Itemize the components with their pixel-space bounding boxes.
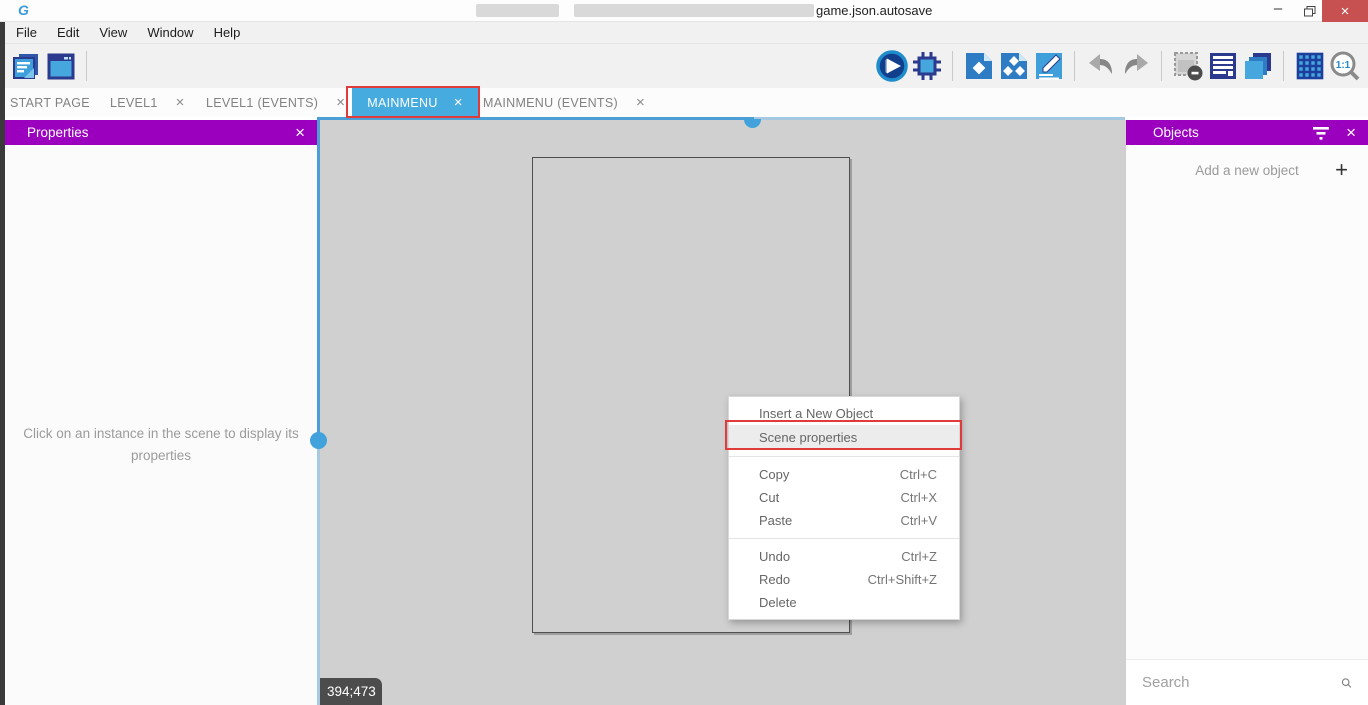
undo-icon[interactable] <box>1083 47 1118 85</box>
search-icon[interactable] <box>1341 673 1352 693</box>
menu-item-scene-properties[interactable]: Scene properties <box>729 425 959 450</box>
tab-close-icon[interactable]: × <box>636 95 645 110</box>
menu-item-label: Redo <box>759 572 790 587</box>
menu-shortcut: Ctrl+V <box>901 513 937 528</box>
menu-window[interactable]: Window <box>137 22 203 44</box>
divider-drag-handle[interactable] <box>310 432 327 449</box>
menu-shortcut: Ctrl+X <box>901 490 937 505</box>
tab-close-icon[interactable]: × <box>336 95 345 110</box>
tab-close-icon[interactable]: × <box>176 95 185 110</box>
objects-panel-header: Objects × <box>1126 120 1368 145</box>
add-object-row[interactable]: Add a new object + <box>1126 153 1368 187</box>
tab-label: MAINMENU (EVENTS) <box>483 96 618 110</box>
tab-label: LEVEL1 <box>110 96 158 110</box>
play-icon[interactable] <box>874 47 909 85</box>
menu-item-redo[interactable]: Redo Ctrl+Shift+Z <box>729 568 959 591</box>
debug-icon[interactable] <box>909 47 944 85</box>
plus-icon[interactable]: + <box>1335 159 1348 181</box>
context-menu: Insert a New Object Scene properties Cop… <box>728 396 960 620</box>
minimize-button[interactable]: – <box>1264 0 1292 22</box>
project-manager-icon[interactable] <box>8 47 43 85</box>
close-icon[interactable]: × <box>1346 124 1356 141</box>
start-page-icon[interactable] <box>43 47 78 85</box>
properties-edit-icon[interactable] <box>1031 47 1066 85</box>
background-window-edge <box>0 22 5 705</box>
layers-icon[interactable] <box>1240 47 1275 85</box>
restore-icon <box>1304 6 1316 17</box>
menu-shortcut: Ctrl+Z <box>901 549 937 564</box>
menu-shortcut: Ctrl+Shift+Z <box>868 572 937 587</box>
add-object-label: Add a new object <box>1126 163 1368 178</box>
redacted-title-segment <box>574 4 814 17</box>
menu-view[interactable]: View <box>89 22 137 44</box>
menu-edit[interactable]: Edit <box>47 22 89 44</box>
redacted-title-segment <box>476 4 559 17</box>
objects-editor-icon[interactable] <box>961 47 996 85</box>
tab-bar: START PAGE LEVEL1 × LEVEL1 (EVENTS) × MA… <box>0 88 1368 117</box>
objects-panel: Objects × Add a new object + <box>1125 120 1368 705</box>
toolbar: 1:1 <box>0 44 1368 88</box>
properties-panel-title: Properties <box>27 125 89 140</box>
menu-bar: File Edit View Window Help <box>0 22 1368 44</box>
tab-label: LEVEL1 (EVENTS) <box>206 96 318 110</box>
tab-mainmenu-events[interactable]: MAINMENU (EVENTS) × <box>483 88 645 117</box>
restore-button[interactable] <box>1296 0 1324 22</box>
tab-level1[interactable]: LEVEL1 × <box>110 88 185 117</box>
filter-icon[interactable] <box>1312 126 1330 140</box>
grid-icon[interactable] <box>1292 47 1327 85</box>
properties-hint-text: Click on an instance in the scene to dis… <box>5 423 317 468</box>
search-bar <box>1126 659 1368 705</box>
title-bar: G game.json.autosave – × <box>0 0 1368 22</box>
menu-file[interactable]: File <box>6 22 47 44</box>
tab-start-page[interactable]: START PAGE <box>10 88 90 117</box>
menu-item-label: Insert a New Object <box>759 406 873 421</box>
menu-item-cut[interactable]: Cut Ctrl+X <box>729 486 959 509</box>
window-title: game.json.autosave <box>816 3 932 18</box>
menu-shortcut: Ctrl+C <box>900 467 937 482</box>
menu-item-label: Delete <box>759 595 797 610</box>
menu-item-label: Cut <box>759 490 779 505</box>
gdevelop-logo-icon: G <box>18 2 29 18</box>
tab-level1-events[interactable]: LEVEL1 (EVENTS) × <box>206 88 345 117</box>
horizontal-divider[interactable] <box>317 117 754 120</box>
close-icon[interactable]: × <box>295 124 305 141</box>
instances-list-icon[interactable] <box>996 47 1031 85</box>
properties-panel-header: Properties × <box>5 120 317 145</box>
tab-close-icon[interactable]: × <box>454 95 463 110</box>
toolbar-separator <box>1161 51 1162 81</box>
menu-separator <box>729 456 959 457</box>
menu-item-label: Paste <box>759 513 792 528</box>
zoom-level-label: 1:1 <box>1335 60 1350 71</box>
properties-panel: Properties × Click on an instance in the… <box>5 120 317 705</box>
tab-mainmenu[interactable]: MAINMENU × <box>352 88 478 117</box>
toolbar-separator <box>1283 51 1284 81</box>
menu-item-copy[interactable]: Copy Ctrl+C <box>729 463 959 486</box>
close-button[interactable]: × <box>1322 0 1368 22</box>
toolbar-separator <box>952 51 953 81</box>
menu-item-delete[interactable]: Delete <box>729 591 959 614</box>
objects-list-icon[interactable] <box>1205 47 1240 85</box>
menu-item-label: Scene properties <box>759 430 857 445</box>
menu-separator <box>729 538 959 539</box>
toolbar-separator <box>1074 51 1075 81</box>
menu-help[interactable]: Help <box>204 22 251 44</box>
objects-panel-title: Objects <box>1153 125 1199 140</box>
mask-icon[interactable] <box>1170 47 1205 85</box>
menu-item-undo[interactable]: Undo Ctrl+Z <box>729 545 959 568</box>
menu-item-label: Undo <box>759 549 790 564</box>
vertical-divider[interactable] <box>317 117 320 440</box>
vertical-divider[interactable] <box>317 440 320 705</box>
tab-label: START PAGE <box>10 96 90 110</box>
menu-item-label: Copy <box>759 467 789 482</box>
menu-item-insert-new-object[interactable]: Insert a New Object <box>729 402 959 425</box>
horizontal-divider[interactable] <box>754 117 1125 120</box>
zoom-1-1-icon[interactable]: 1:1 <box>1327 47 1362 85</box>
redo-icon[interactable] <box>1118 47 1153 85</box>
search-input[interactable] <box>1142 674 1341 691</box>
toolbar-separator <box>86 51 87 81</box>
menu-item-paste[interactable]: Paste Ctrl+V <box>729 509 959 532</box>
tab-label: MAINMENU <box>367 96 437 110</box>
cursor-coordinates-badge: 394;473 <box>320 678 382 705</box>
